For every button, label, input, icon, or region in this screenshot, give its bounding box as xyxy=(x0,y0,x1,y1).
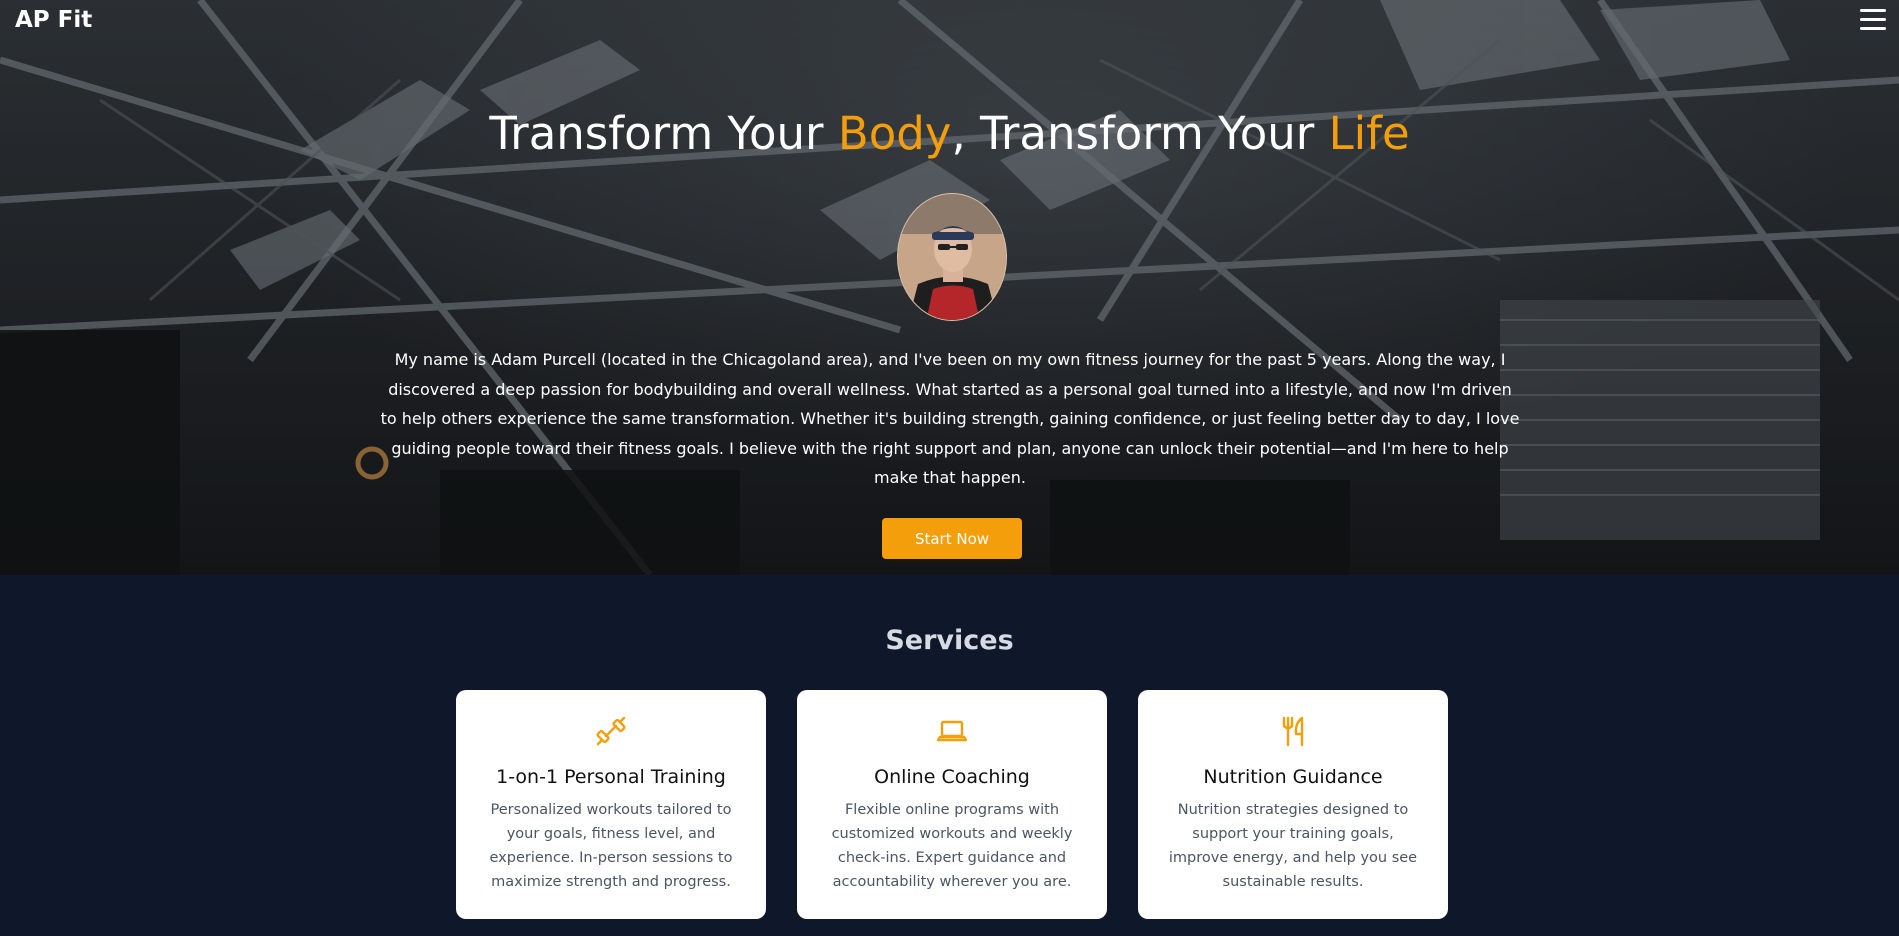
laptop-icon xyxy=(936,720,968,742)
brand-logo[interactable]: AP Fit xyxy=(15,7,92,33)
hero-section: AP Fit Transform Your Body, Transform Yo… xyxy=(0,0,1899,575)
service-card-nutrition-guidance[interactable]: Nutrition Guidance Nutrition strategies … xyxy=(1138,690,1448,919)
utensils-icon xyxy=(1282,716,1304,747)
bio-text: My name is Adam Purcell (located in the … xyxy=(380,350,1520,487)
hero-title: Transform Your Body, Transform Your Life xyxy=(0,107,1899,160)
hero-title-part1: Transform Your xyxy=(489,107,838,160)
card-description: Personalized workouts tailored to your g… xyxy=(489,802,733,890)
card-title: Nutrition Guidance xyxy=(1203,766,1383,788)
card-title: 1-on-1 Personal Training xyxy=(496,766,726,788)
service-card-personal-training[interactable]: 1-on-1 Personal Training Personalized wo… xyxy=(456,690,766,919)
service-card-online-coaching[interactable]: Online Coaching Flexible online programs… xyxy=(797,690,1107,919)
card-description: Nutrition strategies designed to support… xyxy=(1168,802,1418,890)
services-title: Services xyxy=(885,625,1014,656)
hero-title-accent-body: Body xyxy=(837,107,952,160)
start-now-button[interactable]: Start Now xyxy=(882,518,1022,559)
card-title: Online Coaching xyxy=(874,766,1030,788)
avatar xyxy=(897,193,1007,321)
card-description: Flexible online programs with customized… xyxy=(831,802,1073,890)
hero-title-accent-life: Life xyxy=(1328,107,1410,160)
hamburger-menu-icon[interactable] xyxy=(1860,9,1886,31)
hero-title-part2: , Transform Your xyxy=(951,107,1329,160)
dumbbell-icon xyxy=(596,716,626,746)
